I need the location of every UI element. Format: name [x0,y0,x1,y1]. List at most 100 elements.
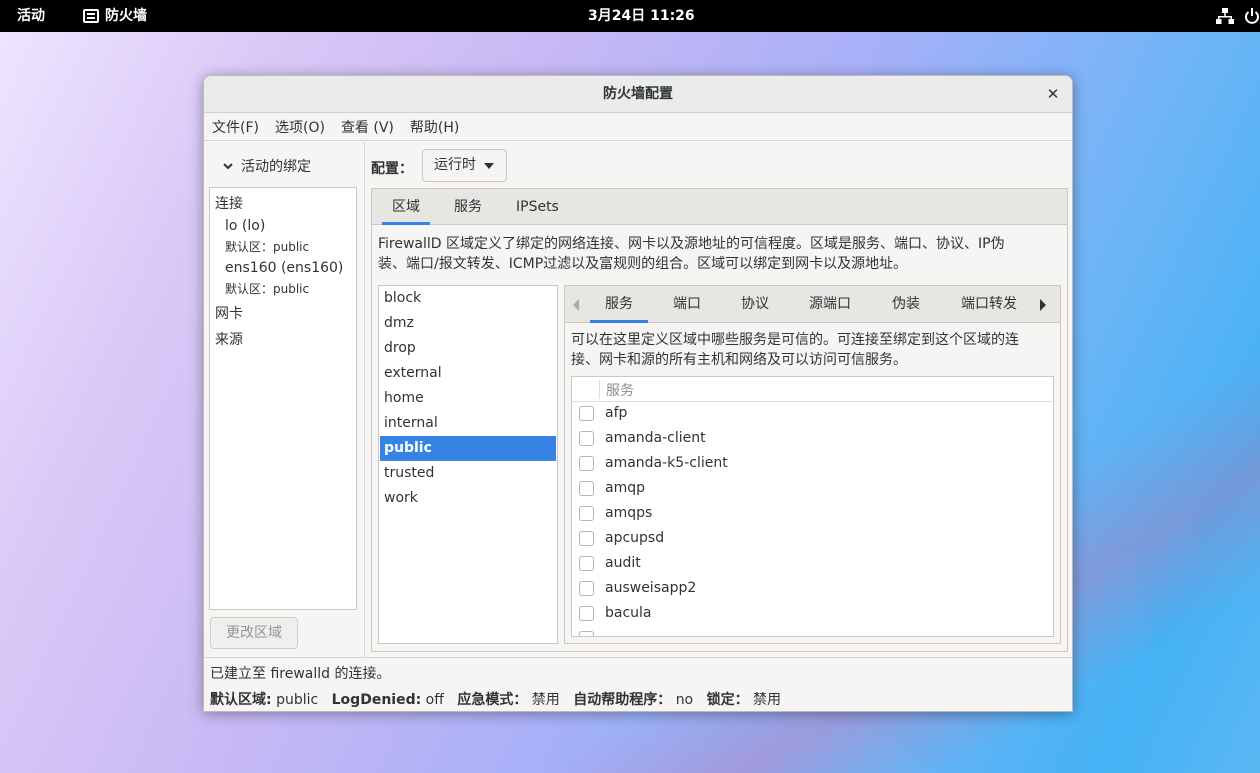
app-menu[interactable]: 防火墙 [83,0,147,32]
services-column-header[interactable]: 服务 [606,380,634,400]
default-zone-label: 默认区域: [210,692,272,708]
status-bar: 已建立至 firewalld 的连接。 默认区域: public LogDeni… [204,657,1072,711]
table-row: amanda-k5-client [572,452,1053,477]
table-row: audit [572,552,1053,577]
zone-item-drop[interactable]: drop [380,336,556,361]
service-name: audit [605,555,641,571]
menu-file[interactable]: 文件(F) [212,117,259,137]
scroll-left-icon[interactable] [573,299,579,311]
service-checkbox[interactable] [579,406,594,421]
tab-zone-source-ports[interactable]: 源端口 [809,286,851,323]
tab-zones[interactable]: 区域 [382,189,430,225]
zone-item-internal[interactable]: internal [380,411,556,436]
firewall-config-window: 防火墙配置 ✕ 文件(F) 选项(O) 查看 (V) 帮助(H) 活动的绑定 连… [203,75,1073,712]
table-row-partial [572,627,1053,636]
app-icon [83,9,99,23]
zone-item-trusted[interactable]: trusted [380,461,556,486]
tab-ipsets[interactable]: IPSets [516,189,559,225]
service-checkbox[interactable] [579,631,594,636]
tab-zone-port-forward[interactable]: 端口转发 [961,286,1017,323]
service-checkbox[interactable] [579,531,594,546]
close-icon[interactable]: ✕ [1044,85,1062,103]
menu-view[interactable]: 查看 (V) [341,117,394,137]
config-dropdown[interactable]: 运行时 [422,149,507,182]
menu-help[interactable]: 帮助(H) [410,117,459,137]
service-name: bacula [605,605,652,621]
service-name: amqps [605,505,653,521]
tab-services[interactable]: 服务 [454,189,482,225]
zone-item-public[interactable]: public [380,436,556,461]
title-bar[interactable]: 防火墙配置 ✕ [204,76,1072,113]
connection-ens160-zone: 默认区：public [225,282,310,296]
config-label: 配置： [371,161,413,177]
table-row: apcupsd [572,527,1053,552]
tab-zone-ports[interactable]: 端口 [673,286,701,323]
service-name: amanda-k5-client [605,455,728,471]
log-denied-value: off [425,692,444,708]
tab-zone-services[interactable]: 服务 [590,286,648,323]
connection-status: 已建立至 firewalld 的连接。 [210,666,391,682]
service-name: apcupsd [605,530,665,546]
network-icon[interactable] [1216,8,1234,24]
top-bar: 活动 防火墙 3月24日 11:26 [0,0,1260,32]
table-row: amqp [572,477,1053,502]
auto-helper-value: no [675,692,694,708]
lockdown-value: 禁用 [753,692,782,708]
clock[interactable]: 3月24日 11:26 [588,0,695,32]
lockdown-label: 锁定： [706,692,749,708]
zone-description-line: 装、端口/报文转发、ICMP过滤以及富规则的组合。区域可以绑定到网卡以及源地址。 [378,256,908,272]
services-description-line: 可以在这里定义区域中哪些服务是可信的。可连接至绑定到这个区域的连 [571,332,1019,348]
zone-item-work[interactable]: work [380,486,556,511]
zone-settings-notebook: 服务 端口 协议 源端口 伪装 端口转发 可以在这里定义区域中哪些服务是可信的。… [564,285,1061,644]
service-checkbox[interactable] [579,481,594,496]
menu-bar: 文件(F) 选项(O) 查看 (V) 帮助(H) [204,113,1072,141]
menu-options[interactable]: 选项(O) [275,117,325,137]
service-checkbox[interactable] [579,606,594,621]
active-bindings-sidebar: 活动的绑定 连接 lo (lo) 默认区：public ens160 (ens1… [204,142,365,657]
panic-mode-value: 禁用 [531,692,560,708]
sources-header[interactable]: 来源 [215,329,243,349]
connection-lo[interactable]: lo (lo) [225,218,265,234]
chevron-down-icon [223,163,233,170]
header-divider [599,380,600,399]
panic-mode-label: 应急模式： [457,692,528,708]
zone-list: block dmz drop external home internal pu… [378,285,558,644]
services-table-header: 服务 [572,377,1053,402]
zone-item-external[interactable]: external [380,361,556,386]
zone-item-block[interactable]: block [380,286,556,311]
zone-description: FirewallD 区域定义了绑定的网络连接、网卡以及源地址的可信程度。区域是服… [378,234,1063,274]
zone-item-home[interactable]: home [380,386,556,411]
service-name: afp [605,405,628,421]
app-name: 防火墙 [105,8,147,24]
service-checkbox[interactable] [579,456,594,471]
tab-zone-masquerade[interactable]: 伪装 [892,286,920,323]
zone-description-line: FirewallD 区域定义了绑定的网络连接、网卡以及源地址的可信程度。区域是服… [378,236,1005,252]
dropdown-arrow-icon [484,163,494,169]
change-zone-button[interactable]: 更改区域 [210,617,298,649]
services-description-line: 接、网卡和源的所有主机和网络及可以访问可信服务。 [571,352,907,368]
auto-helper-label: 自动帮助程序： [573,692,672,708]
zone-item-dmz[interactable]: dmz [380,311,556,336]
service-name: ausweisapp2 [605,580,697,596]
table-row: ausweisapp2 [572,577,1053,602]
interfaces-header[interactable]: 网卡 [215,303,243,323]
bindings-list: 连接 lo (lo) 默认区：public ens160 (ens160) 默认… [209,187,357,610]
scroll-right-icon[interactable] [1040,299,1046,311]
tab-zone-protocols[interactable]: 协议 [741,286,769,323]
connection-ens160[interactable]: ens160 (ens160) [225,260,343,276]
activities-button[interactable]: 活动 [17,0,45,32]
main-notebook: 区域 服务 IPSets FirewallD 区域定义了绑定的网络连接、网卡以及… [371,188,1068,652]
service-checkbox[interactable] [579,556,594,571]
active-bindings-expander[interactable]: 活动的绑定 [221,156,311,176]
connections-header[interactable]: 连接 [215,193,243,213]
expander-label: 活动的绑定 [241,159,311,175]
connection-lo-zone: 默认区：public [225,240,310,254]
table-row: bacula [572,602,1053,627]
service-checkbox[interactable] [579,506,594,521]
table-row: amqps [572,502,1053,527]
service-checkbox[interactable] [579,581,594,596]
service-checkbox[interactable] [579,431,594,446]
default-zone-value: public [276,692,319,708]
power-icon[interactable] [1244,8,1260,24]
config-value: 运行时 [434,157,476,173]
